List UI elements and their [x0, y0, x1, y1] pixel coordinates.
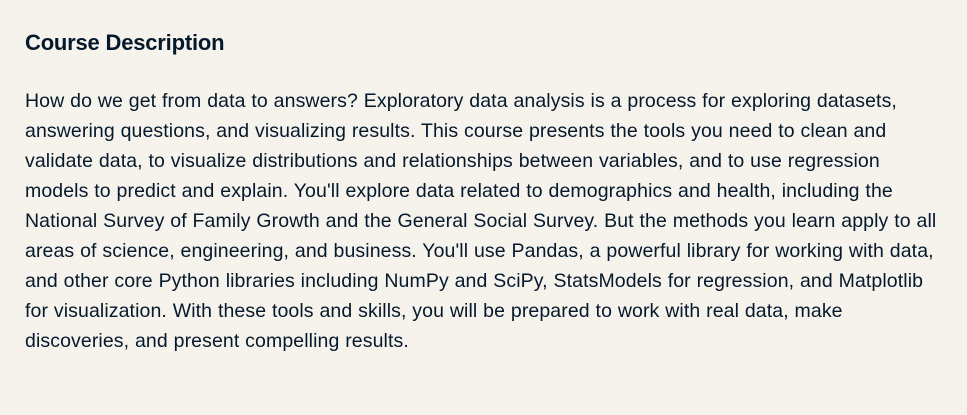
- course-description-heading: Course Description: [25, 30, 225, 55]
- course-description-text: How do we get from data to answers? Expl…: [25, 90, 937, 352]
- course-description-section: Course Description How do we get from da…: [0, 0, 967, 415]
